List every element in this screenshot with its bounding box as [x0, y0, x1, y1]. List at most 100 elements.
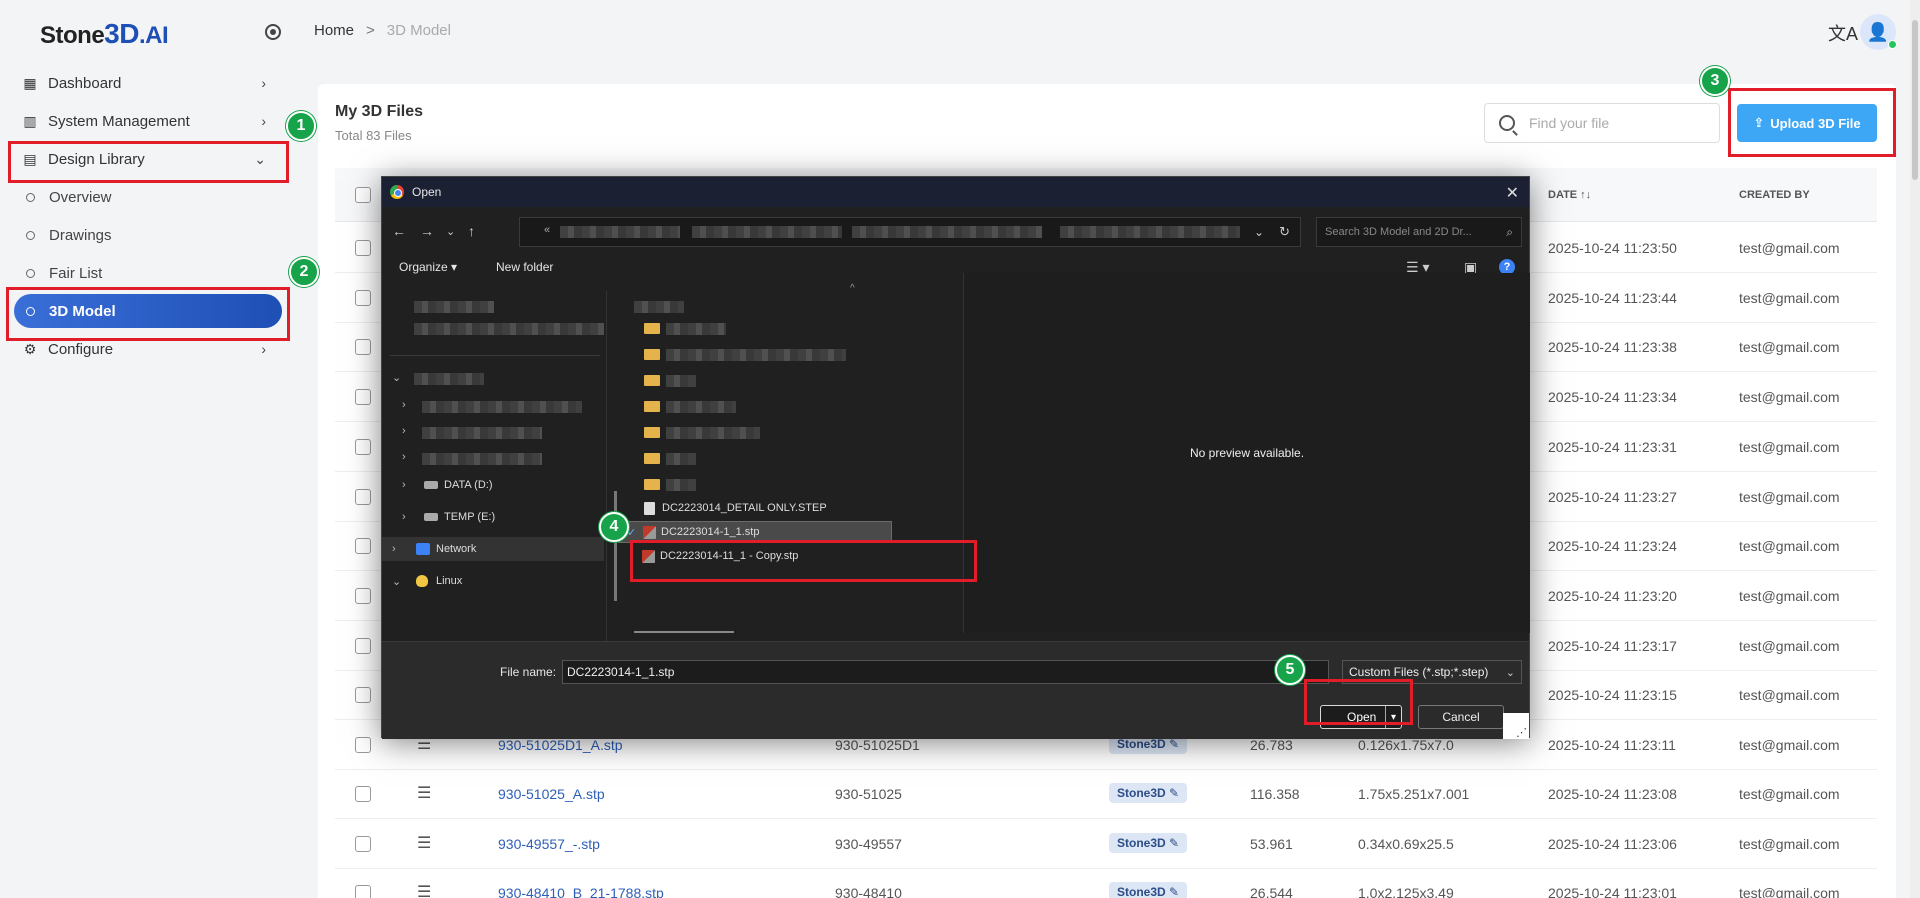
tree-item-temp-drive[interactable]: › TEMP (E:)	[382, 505, 606, 529]
file-type-value: Custom Files (*.stp;*.step)	[1349, 665, 1489, 679]
cancel-button-label: Cancel	[1442, 710, 1480, 724]
file-list-scrollbar[interactable]	[634, 631, 734, 633]
tree-item-network[interactable]: › Network	[382, 537, 604, 561]
column-header-date[interactable]: DATE ↑↓	[1548, 189, 1591, 201]
breadcrumb-home[interactable]: Home	[314, 22, 354, 39]
blurred-item	[414, 373, 484, 385]
row-checkbox[interactable]	[355, 588, 371, 604]
forward-arrow-icon[interactable]: →	[420, 223, 434, 239]
edit-icon[interactable]: ✎	[1169, 786, 1179, 800]
row-checkbox[interactable]	[355, 638, 371, 654]
dialog-title-bar[interactable]: Open ✕	[382, 177, 1529, 207]
chevron-down-icon[interactable]: ⌄	[392, 371, 401, 384]
file-item[interactable]: DC2223014_DETAIL ONLY.STEP	[618, 497, 892, 519]
row-checkbox[interactable]	[355, 737, 371, 753]
search-input[interactable]	[1529, 115, 1709, 131]
cancel-button[interactable]: Cancel	[1418, 705, 1504, 729]
file-name-link[interactable]: 930-48410_B_21-1788.stp	[498, 885, 664, 898]
tree-item-label: Network	[436, 543, 477, 555]
search-box	[1484, 103, 1720, 143]
created-by-value: test@gmail.com	[1739, 836, 1840, 852]
chevron-right-icon[interactable]: ›	[402, 425, 406, 437]
tree-item-data-drive[interactable]: › DATA (D:)	[382, 473, 606, 497]
sort-up-icon[interactable]: ^	[850, 283, 855, 294]
date-value: 2025-10-24 11:23:06	[1548, 836, 1677, 852]
row-checkbox[interactable]	[355, 687, 371, 703]
row-checkbox[interactable]	[355, 339, 371, 355]
translate-icon[interactable]: 文A	[1828, 20, 1858, 46]
table-row[interactable]: ☰ 930-51025_A.stp 930-51025 Stone3D ✎ 116.35…	[335, 769, 1877, 819]
refresh-icon[interactable]: ↻	[1279, 224, 1290, 240]
source-tag[interactable]: Stone3D ✎	[1109, 882, 1188, 898]
created-by-value: test@gmail.com	[1739, 538, 1840, 554]
circle-icon	[26, 268, 35, 278]
chevron-right-icon[interactable]: ›	[402, 451, 406, 463]
page-scrollbar[interactable]	[1910, 0, 1920, 898]
date-value: 2025-10-24 11:23:15	[1548, 687, 1677, 703]
logo[interactable]: Stone3D.AI	[40, 18, 169, 50]
date-value: 2025-10-24 11:23:01	[1548, 885, 1677, 898]
dimensions-value: 0.34x0.69x25.5	[1358, 836, 1454, 852]
created-by-value: test@gmail.com	[1739, 737, 1840, 753]
back-arrow-icon[interactable]: ←	[392, 223, 406, 239]
row-checkbox[interactable]	[355, 389, 371, 405]
sidebar-item-dashboard[interactable]: ▦ Dashboard ›	[10, 66, 288, 100]
sidebar-collapse-toggle[interactable]	[265, 24, 281, 40]
blurred-item	[422, 453, 542, 465]
sidebar-subitem-drawings[interactable]: Drawings	[10, 218, 288, 252]
preview-message: No preview available.	[1189, 446, 1305, 460]
building-icon: ▥	[23, 112, 37, 129]
file-name-input[interactable]: DC2223014-1_1.stp	[562, 660, 1329, 684]
up-arrow-icon[interactable]: ↑	[468, 223, 475, 239]
table-row[interactable]: ☰ 930-49557_-.stp 930-49557 Stone3D ✎ 53.961…	[335, 819, 1877, 869]
table-row[interactable]: ☰ 930-48410_B_21-1788.stp 930-48410 Stone3D…	[335, 868, 1877, 898]
file-name-link[interactable]: 930-51025D1_A.stp	[498, 737, 623, 753]
tree-item-linux[interactable]: ⌄ Linux	[382, 569, 606, 593]
row-checkbox[interactable]	[355, 489, 371, 505]
tree-item-label: Linux	[436, 575, 463, 587]
step-badge-1: 1	[286, 111, 316, 141]
row-checkbox[interactable]	[355, 538, 371, 554]
address-bar[interactable]: « ⌄ ↻	[519, 217, 1301, 247]
row-checkbox[interactable]	[355, 439, 371, 455]
sidebar-subitem-overview[interactable]: Overview	[10, 180, 288, 214]
highlight-selected-file	[630, 540, 977, 582]
list-icon[interactable]: ☰	[417, 833, 431, 853]
network-icon	[416, 543, 430, 555]
chevron-right-icon[interactable]: ›	[402, 399, 406, 411]
select-all-checkbox[interactable]	[355, 187, 371, 203]
blurred-item	[666, 479, 696, 491]
edit-icon[interactable]: ✎	[1169, 836, 1179, 850]
blurred-item	[666, 375, 696, 387]
source-tag[interactable]: Stone3D ✎	[1109, 783, 1188, 803]
source-tag[interactable]: Stone3D ✎	[1109, 833, 1188, 853]
highlight-open-button	[1304, 679, 1413, 725]
row-checkbox[interactable]	[355, 885, 371, 898]
edit-icon[interactable]: ✎	[1169, 885, 1179, 898]
avatar[interactable]: 👤	[1860, 14, 1897, 50]
blurred-path	[852, 226, 1042, 238]
scrollbar-thumb[interactable]	[1912, 20, 1918, 180]
row-checkbox[interactable]	[355, 786, 371, 802]
list-icon[interactable]: ☰	[417, 882, 431, 898]
edit-icon[interactable]: ✎	[1169, 737, 1179, 751]
sidebar-subitem-fair-list[interactable]: Fair List	[10, 256, 288, 290]
recent-locations-chevron-icon[interactable]: ⌄	[446, 225, 455, 238]
blurred-item	[422, 401, 582, 413]
file-name-link[interactable]: 930-51025_A.stp	[498, 786, 605, 802]
file-name-link[interactable]: 930-49557_-.stp	[498, 836, 600, 852]
nav-pane-scrollbar[interactable]	[614, 491, 617, 601]
resize-grip[interactable]	[1503, 713, 1529, 739]
dialog-search-box[interactable]: Search 3D Model and 2D Dr... ⌕	[1316, 217, 1522, 247]
organize-button[interactable]: Organize ▾	[399, 260, 457, 274]
sidebar-item-system-management[interactable]: ▥ System Management ›	[10, 104, 288, 138]
row-checkbox[interactable]	[355, 290, 371, 306]
address-dropdown-icon[interactable]: ⌄	[1254, 225, 1264, 239]
row-checkbox[interactable]	[355, 240, 371, 256]
search-icon	[1499, 115, 1515, 131]
list-icon[interactable]: ☰	[417, 783, 431, 803]
new-folder-button[interactable]: New folder	[496, 260, 553, 274]
close-icon[interactable]: ✕	[1506, 183, 1519, 203]
row-checkbox[interactable]	[355, 836, 371, 852]
breadcrumb: Home > 3D Model	[314, 22, 451, 39]
